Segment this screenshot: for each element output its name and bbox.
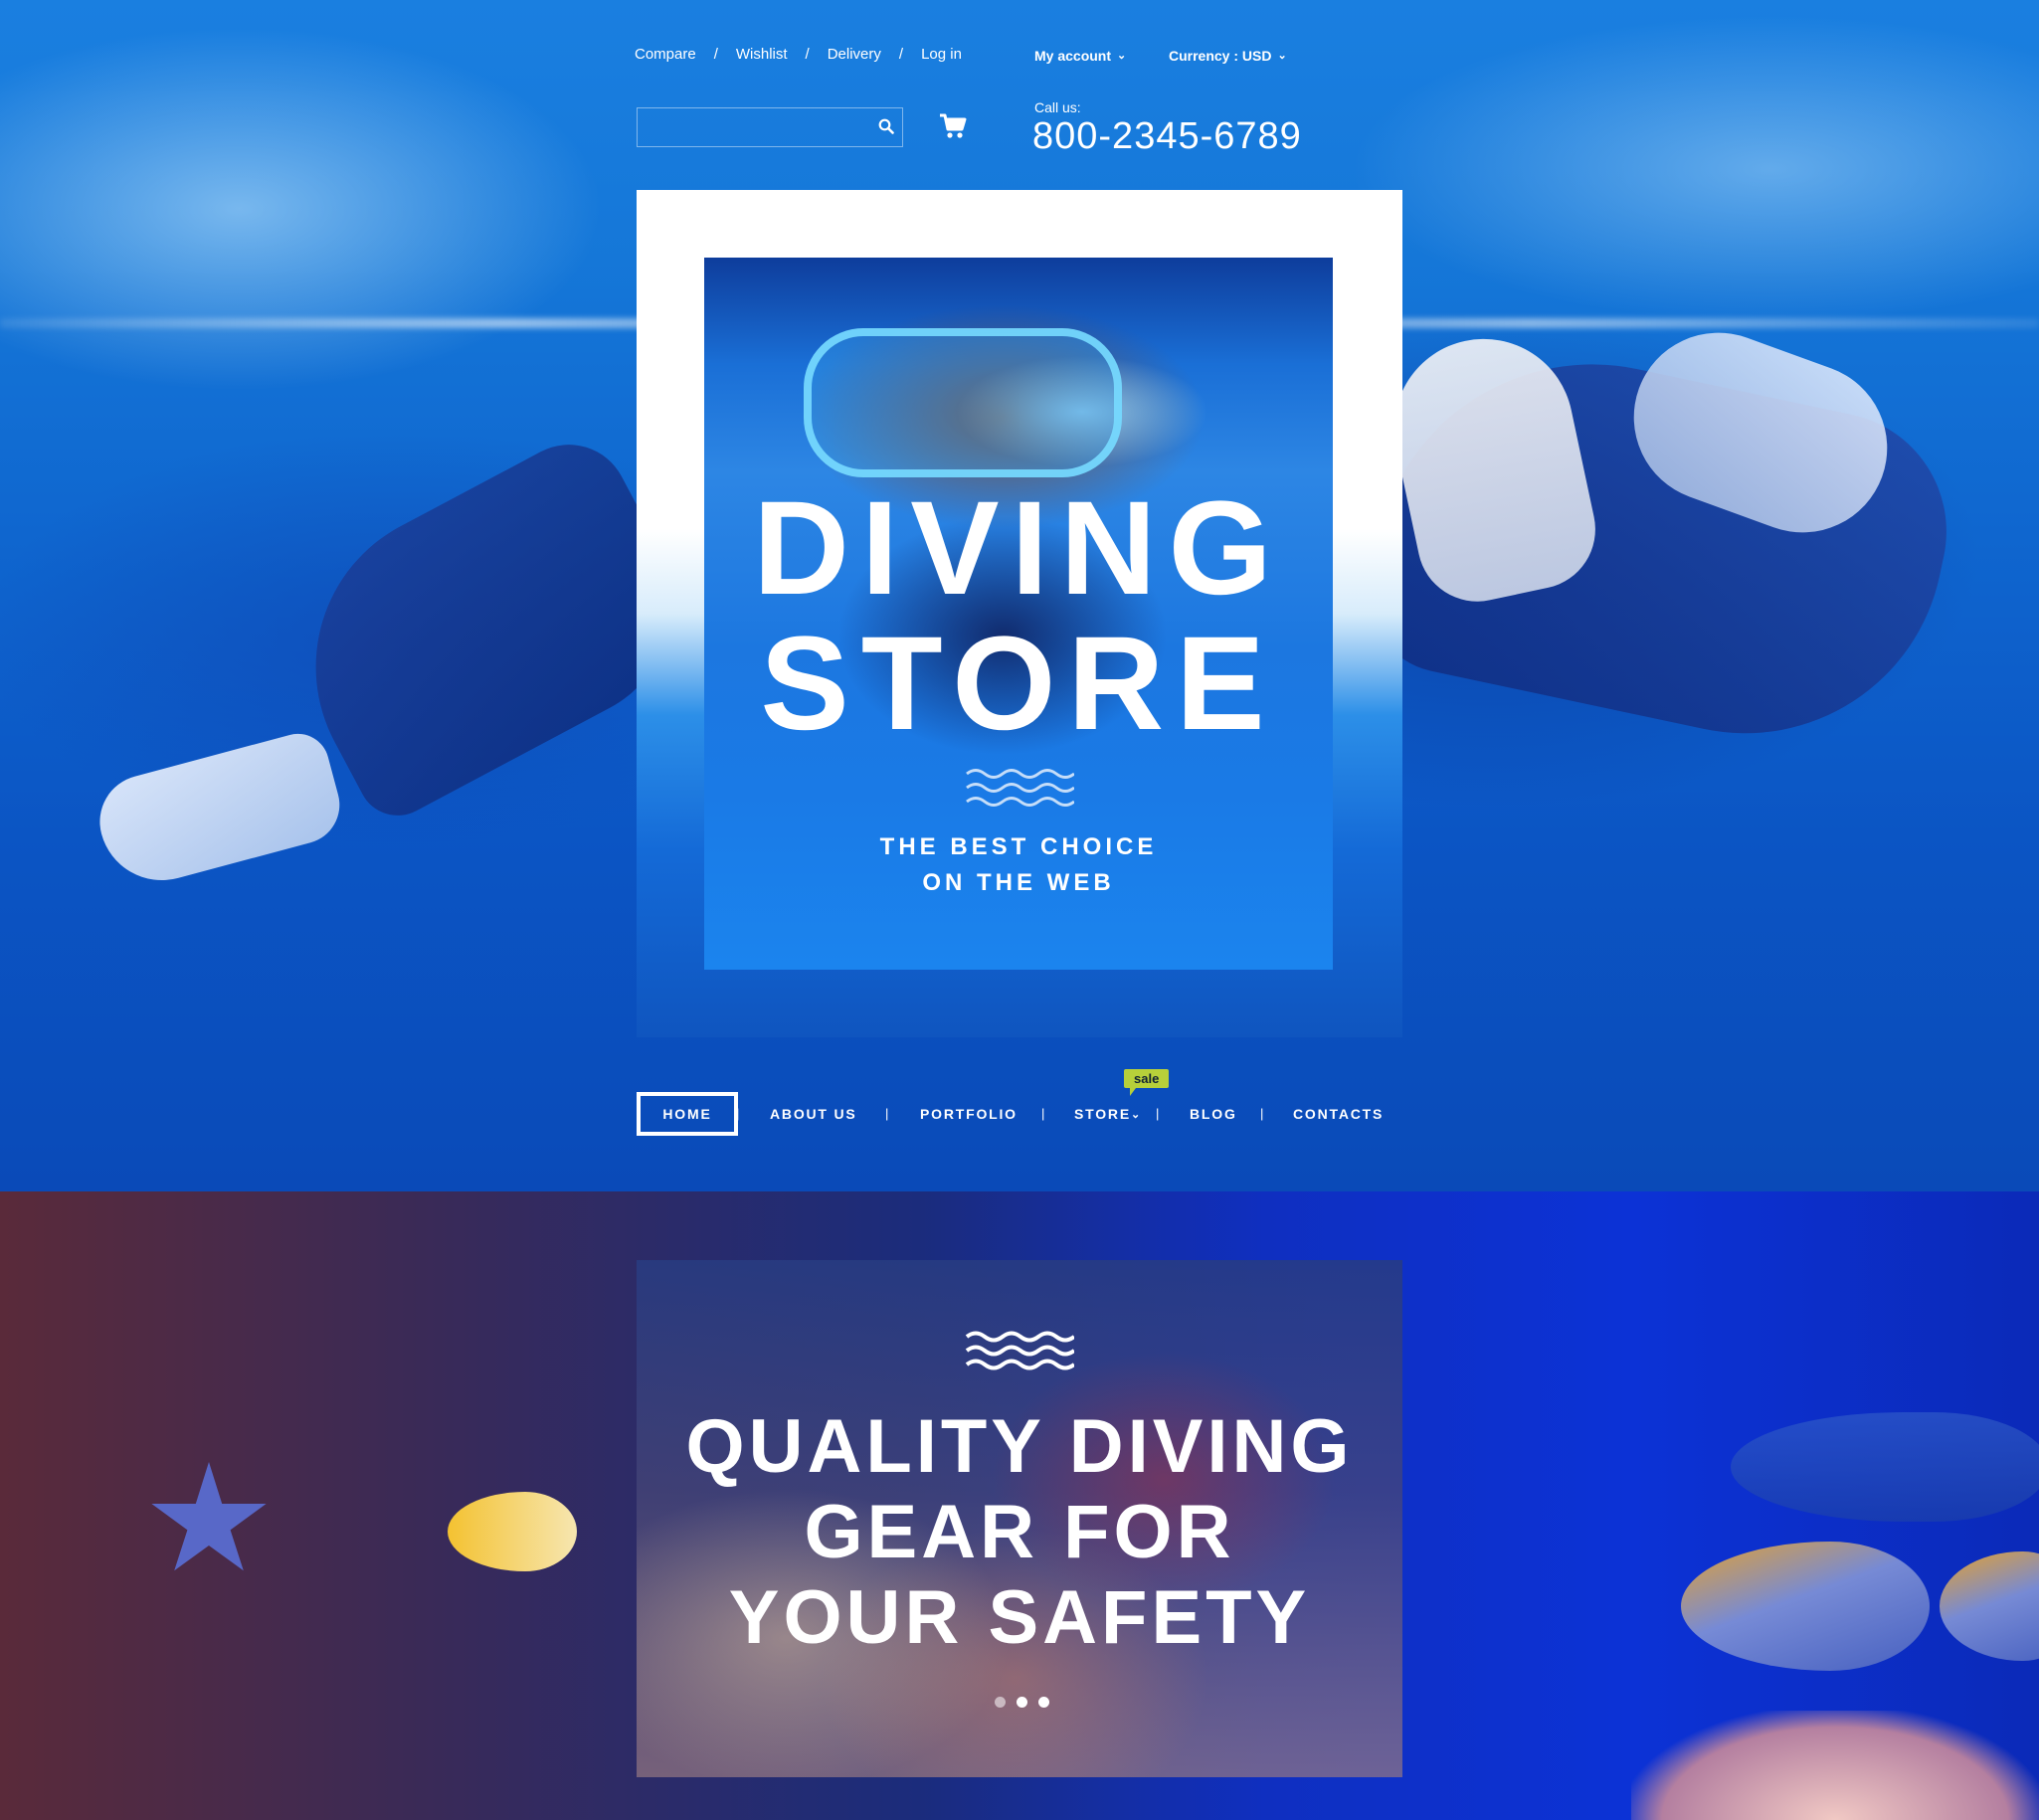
phone-number[interactable]: 800-2345-6789 [1032,115,1302,158]
nav-separator: | [1041,1106,1045,1121]
diving-mask-shape [804,328,1122,477]
hero-title: DIVING STORE [704,481,1333,752]
search-input[interactable] [638,108,876,146]
login-link[interactable]: Log in [921,46,962,63]
delivery-link[interactable]: Delivery [828,46,881,63]
slider-pagination [995,1697,1049,1708]
nav-item-portfolio[interactable]: PORTFOLIO [920,1092,1018,1136]
nav-item-store[interactable]: STORE⌄ [1074,1092,1142,1136]
cart-icon[interactable] [939,113,967,144]
promo-title-line: GEAR FOR [804,1490,1235,1574]
promo-title-line: QUALITY DIVING [685,1404,1354,1489]
nav-item-store-label: STORE [1074,1106,1131,1122]
nav-item-blog[interactable]: BLOG [1190,1092,1237,1136]
nav-separator: | [1156,1106,1160,1121]
slider-dot[interactable] [1038,1697,1049,1708]
nav-item-contacts[interactable]: CONTACTS [1293,1092,1384,1136]
nav-item-home[interactable]: HOME [637,1092,738,1136]
sale-badge: sale [1124,1069,1170,1096]
chevron-down-icon: ⌄ [1277,49,1287,62]
slider-dot[interactable] [1017,1697,1027,1708]
search-box [637,107,903,147]
nav-separator: | [736,1106,740,1121]
hero-title-line: STORE [760,610,1277,758]
link-separator: / [805,46,810,63]
search-icon[interactable] [878,118,894,139]
slider-dot[interactable] [995,1697,1006,1708]
link-separator: / [898,46,904,63]
hero-title-line: DIVING [753,474,1284,623]
compare-link[interactable]: Compare [635,46,696,63]
currency-label: Currency : USD [1169,48,1272,64]
waves-icon [965,766,1075,815]
wishlist-link[interactable]: Wishlist [736,46,788,63]
chevron-down-icon: ⌄ [1117,49,1127,62]
my-account-dropdown[interactable]: My account ⌄ [1034,48,1126,64]
call-us-label: Call us: [1034,99,1081,115]
promo-title-line: YOUR SAFETY [728,1575,1311,1660]
my-account-label: My account [1034,48,1112,64]
nav-item-about-us[interactable]: ABOUT US [770,1092,857,1136]
nav-separator: | [1260,1106,1264,1121]
hero-subtitle-line: THE BEST CHOICE [879,833,1158,860]
chevron-down-icon: ⌄ [1130,1109,1143,1121]
nav-separator: | [885,1106,889,1121]
waves-icon [965,1329,1076,1377]
coral-shape [1631,1711,2039,1820]
currency-dropdown[interactable]: Currency : USD ⌄ [1169,48,1287,64]
hero-subtitle-line: ON THE WEB [922,869,1115,896]
top-links: Compare / Wishlist / Delivery / Log in [635,46,962,63]
hero-subtitle: THE BEST CHOICE ON THE WEB [704,829,1333,901]
link-separator: / [713,46,718,63]
promo-title: QUALITY DIVING GEAR FOR YOUR SAFETY [637,1404,1402,1661]
